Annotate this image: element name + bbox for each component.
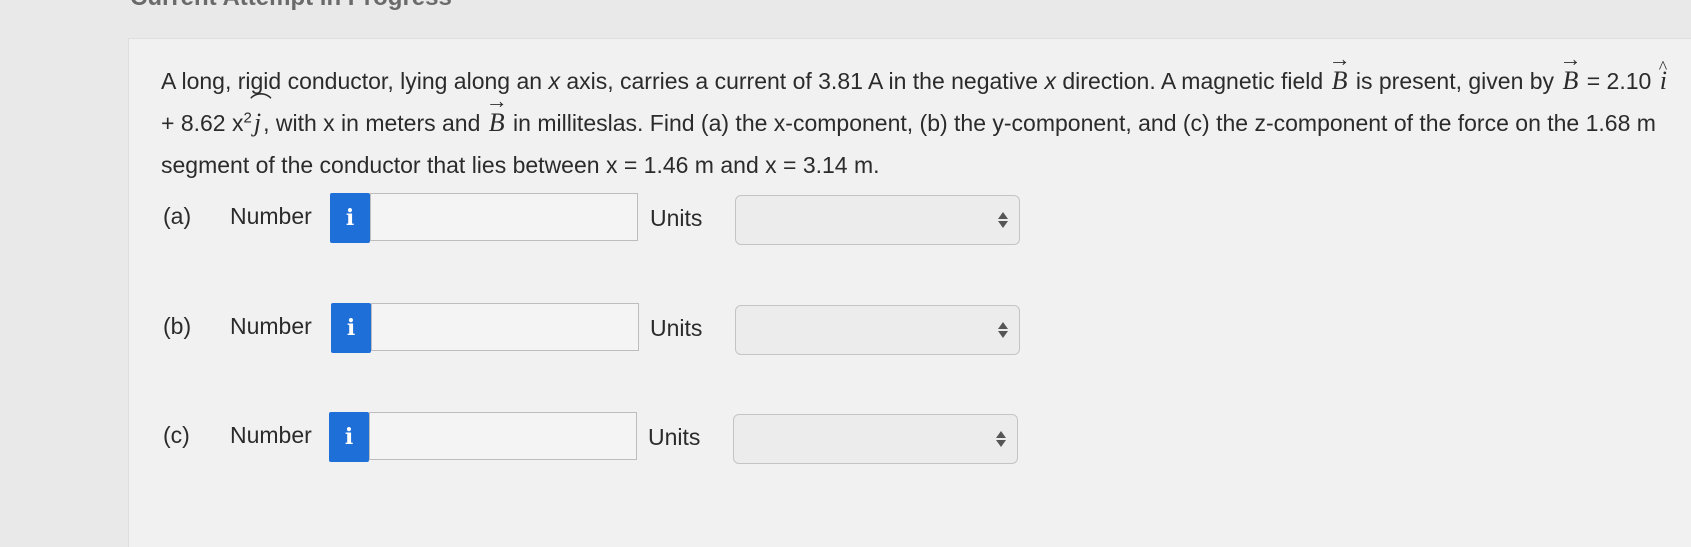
answer-row-b: (b) Number i Units — [0, 303, 1100, 355]
answer-row-a: (a) Number i Units — [0, 193, 1100, 245]
part-label: (c) — [163, 422, 190, 448]
number-input-c[interactable] — [369, 412, 637, 460]
units-label: Units — [648, 424, 701, 450]
page-heading: Current Attempt in Progress — [130, 0, 452, 12]
info-icon[interactable]: i — [331, 303, 371, 353]
part-label: (a) — [163, 203, 192, 229]
answer-row-c: (c) Number i Units — [0, 412, 1100, 464]
units-label: Units — [650, 205, 703, 231]
number-input-b[interactable] — [371, 303, 639, 351]
units-select-a[interactable] — [735, 195, 1020, 245]
updown-arrows-icon — [997, 320, 1009, 340]
question-text: A long, rigid conductor, lying along an … — [161, 38, 1681, 186]
vector-b-symbol: B — [1329, 38, 1351, 102]
updown-arrows-icon — [995, 429, 1007, 449]
number-input-a[interactable] — [370, 193, 638, 241]
number-label: Number — [230, 313, 312, 339]
number-label: Number — [230, 422, 312, 448]
part-label: (b) — [163, 313, 192, 339]
units-select-c[interactable] — [733, 414, 1018, 464]
vector-b-symbol: B — [1559, 38, 1581, 102]
updown-arrows-icon — [997, 210, 1009, 230]
units-label: Units — [650, 315, 703, 341]
unit-vector-i: i — [1658, 46, 1669, 102]
info-icon[interactable]: i — [329, 412, 369, 462]
vector-b-symbol: B — [486, 80, 508, 144]
unit-vector-j: j — [250, 84, 272, 144]
units-select-b[interactable] — [735, 305, 1020, 355]
info-icon[interactable]: i — [330, 193, 370, 243]
number-label: Number — [230, 203, 312, 229]
